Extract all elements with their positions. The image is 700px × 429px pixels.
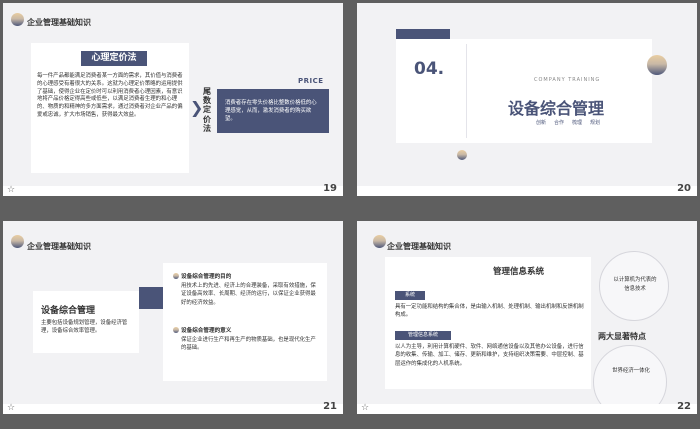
slide-title: 心理定价法	[91, 53, 137, 63]
circle-top-text: 以计算机为代表的信息技术	[613, 277, 657, 292]
left-desc: 主要包括设备规划管理，设备经济管理，设备综合效率管理。	[41, 320, 128, 335]
header-title: 企业管理基础知识	[387, 242, 451, 251]
content-card: 心理定价法 每一件产品都能满足消费者某一方面的需求，其价值与消费者的心理感受有着…	[31, 43, 189, 173]
divider	[466, 44, 467, 138]
item-head: 设备综合管理的目的	[181, 274, 232, 280]
page-number: 21	[323, 401, 337, 412]
slide-21[interactable]: 企业管理基础知识 设备综合管理 主要包括设备规划管理，设备经济管理，设备综合效率…	[3, 221, 343, 414]
item-body: 用技术上的先进、经济上的合理装备，采取有效措施，保证设备高效率、长周期、经济的运…	[181, 283, 316, 306]
item-dot	[173, 327, 179, 333]
decor-circle	[11, 235, 24, 248]
decor-circle	[373, 235, 386, 248]
slide-20[interactable]: 04. COMPANY TRAINING 设备综合管理 创新 合作 梳理 规划 …	[357, 3, 697, 196]
circle-bottom-text: 世界经济一体化	[612, 368, 650, 374]
page-number: 22	[677, 401, 691, 412]
feature-circle-top: 以计算机为代表的信息技术	[599, 251, 669, 321]
subtitle-en: COMPANY TRAINING	[534, 77, 601, 83]
block-body: 以人为主导，利用计算机硬件、软件、网络通信设备以及其他办公设备，进行信息的收集、…	[395, 344, 584, 367]
tag-list: 创新 合作 梳理 规划	[536, 119, 600, 126]
price-desc-box: 消费者存在零头价格比整数价格低的心理感觉，从而，激发消费者的购买欲望。	[217, 89, 329, 133]
feature-title: 两大显著特点	[598, 332, 646, 341]
body-text: 每一件产品都能满足消费者某一方面的需求，其价值与消费者的心理感受有着很大的关系。…	[37, 73, 183, 119]
footer: ☆ 19	[3, 183, 343, 196]
slide-title: 设备综合管理	[41, 306, 96, 316]
slide-19[interactable]: 企业管理基础知识 心理定价法 每一件产品都能满足消费者某一方面的需求，其价值与消…	[3, 3, 343, 196]
main-card: 04. COMPANY TRAINING 设备综合管理 创新 合作 梳理 规划	[396, 39, 652, 143]
block-label: 管理信息系统	[395, 331, 451, 340]
footer: 20	[357, 183, 697, 196]
tag: 合作	[554, 120, 565, 126]
footer: ☆ 22	[357, 401, 697, 414]
price-desc: 消费者存在零头价格比整数价格低的心理感觉，从而，激发消费者的购买欲望。	[225, 100, 317, 123]
decor-circle-small	[457, 150, 467, 160]
right-card: 设备综合管理的目的 用技术上的先进、经济上的合理装备，采取有效措施，保证设备高效…	[163, 263, 327, 381]
footer: ☆ 21	[3, 401, 343, 414]
tag: 创新	[536, 120, 547, 126]
item-head: 设备综合管理的意义	[181, 328, 232, 334]
section-title: 设备综合管理	[508, 99, 605, 118]
page-number: 19	[323, 183, 337, 194]
block-label-text: 管理信息系统	[407, 332, 438, 338]
section-number: 04.	[414, 59, 445, 79]
decor-circle-large	[647, 55, 667, 75]
block-label-text: 系统	[404, 292, 415, 298]
star-icon: ☆	[361, 403, 370, 413]
block-label: 系统	[395, 291, 425, 300]
star-icon: ☆	[7, 403, 16, 413]
left-card: 设备综合管理 主要包括设备规划管理，设备经济管理，设备综合效率管理。	[33, 291, 139, 353]
slide-22[interactable]: 企业管理基础知识 管理信息系统 系统 具有一定功能和结构的集合体，是由输入机制、…	[357, 221, 697, 414]
content-card: 管理信息系统 系统 具有一定功能和结构的集合体，是由输入机制、处理机制、输出机制…	[385, 257, 591, 389]
tag: 梳理	[572, 120, 583, 126]
decor-circle	[11, 13, 24, 26]
side-label: 尾数定价法	[203, 87, 211, 133]
star-icon: ☆	[7, 185, 16, 195]
tag: 规划	[590, 120, 601, 126]
connector-square	[139, 287, 163, 309]
item-body: 保证企业进行生产和再生产的物质基础，也是现代化生产的基础。	[181, 337, 316, 352]
header-title: 企业管理基础知识	[27, 18, 91, 27]
top-bar	[396, 29, 450, 39]
header-title: 企业管理基础知识	[27, 242, 91, 251]
block-body: 具有一定功能和结构的集合体，是由输入机制、处理机制、输出机制和反馈机制构成。	[395, 304, 584, 319]
chevron-right-icon: ❯	[190, 98, 204, 117]
page-number: 20	[677, 183, 691, 194]
price-label: PRICE	[298, 77, 324, 85]
slide-title: 管理信息系统	[493, 267, 545, 277]
item-dot	[173, 273, 179, 279]
title-badge: 心理定价法	[81, 51, 147, 66]
